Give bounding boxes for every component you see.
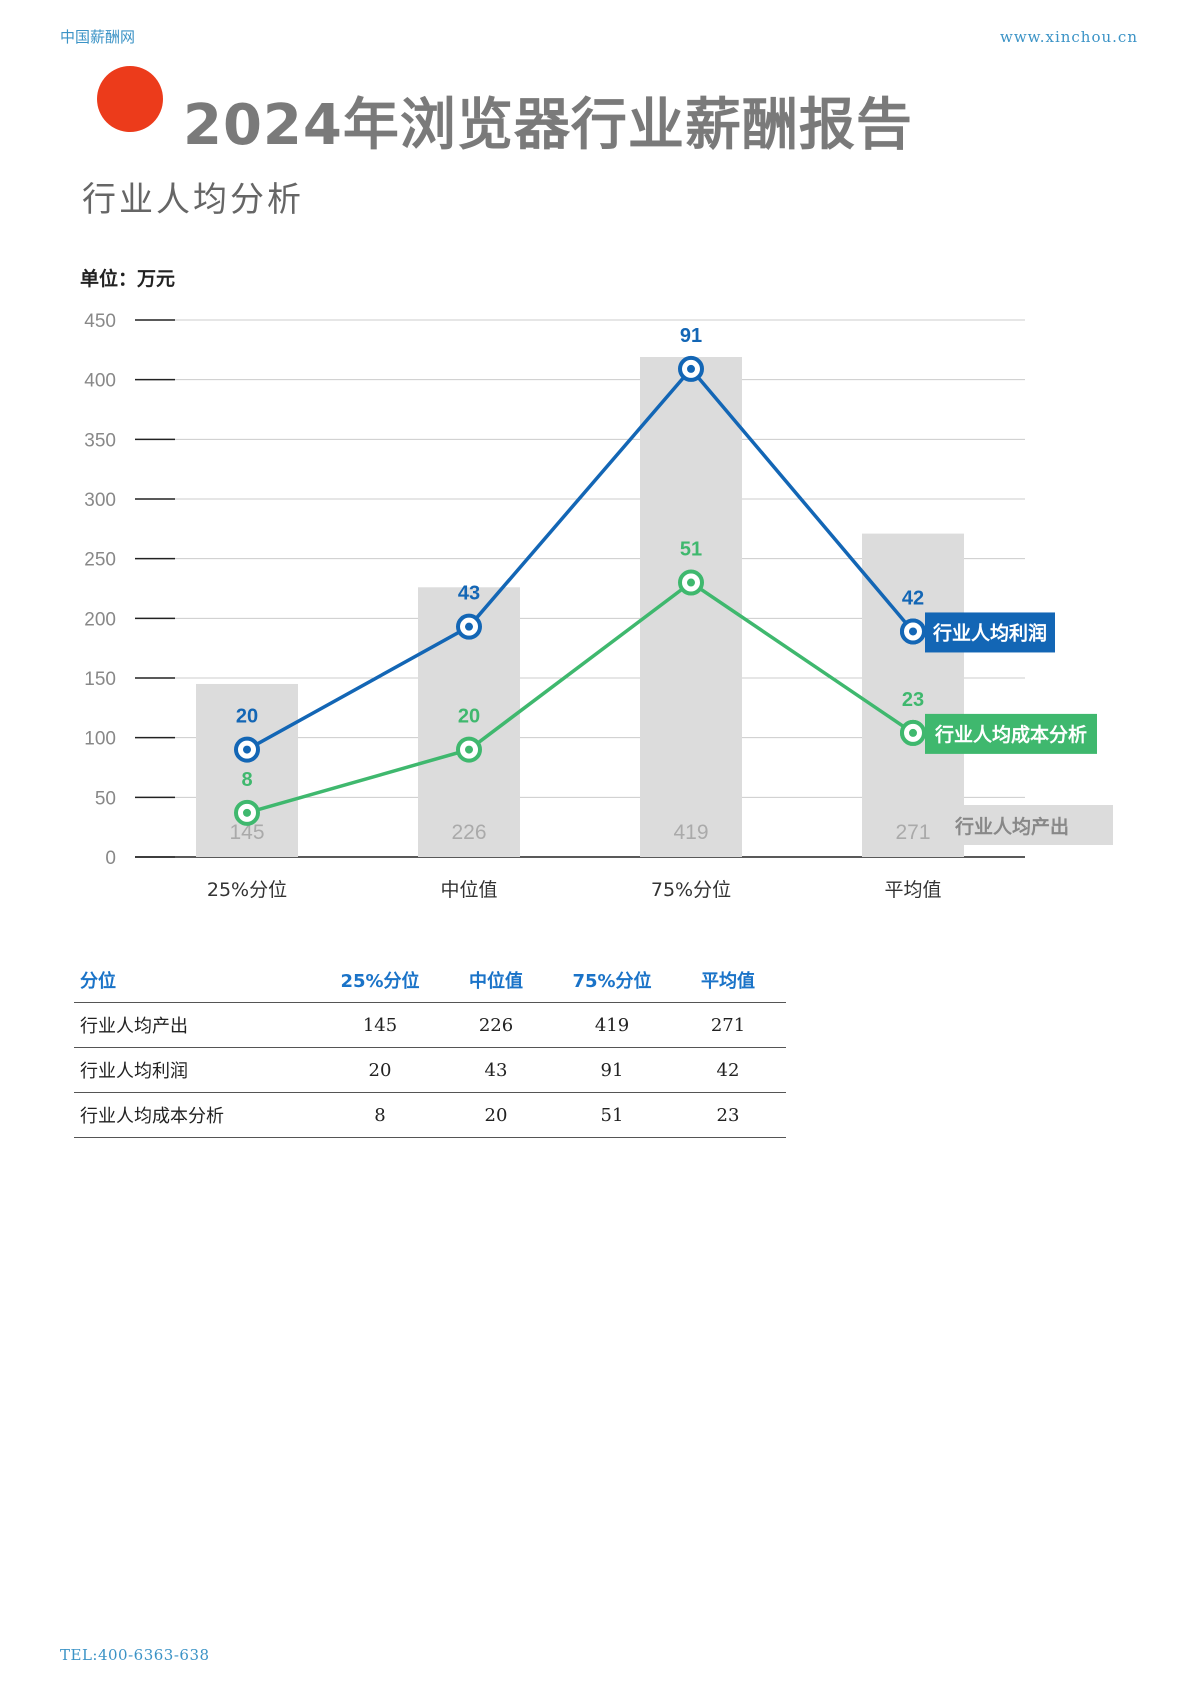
x-tick-label: 25%分位: [207, 879, 287, 901]
table-row: 行业人均利润 20 43 91 42: [74, 1047, 786, 1093]
legend-label-line: 行业人均利润: [932, 621, 1047, 644]
line-marker-core: [909, 627, 917, 636]
footer-phone: TEL:400-6363-638: [60, 1646, 210, 1664]
section-subtitle: 行业人均分析: [82, 180, 304, 220]
y-tick-label: 450: [84, 311, 116, 332]
table-header-cell: 平均值: [670, 958, 786, 1003]
table-header-cell: 分位: [74, 958, 322, 1003]
y-tick-label: 0: [105, 848, 116, 869]
line-value-label: 91: [680, 325, 702, 347]
line-value-label: 23: [902, 689, 924, 711]
table-header-cell: 75%分位: [554, 958, 670, 1003]
y-tick-label: 100: [84, 729, 116, 750]
table-header-cell: 中位值: [438, 958, 554, 1003]
table-cell: 226: [438, 1002, 554, 1048]
table-cell: 271: [670, 1002, 786, 1048]
table-header-cell: 25%分位: [322, 958, 438, 1003]
site-name: 中国薪酬网: [60, 28, 136, 46]
table-cell: 20: [438, 1092, 554, 1138]
table-cell: 419: [554, 1002, 670, 1048]
line-value-label: 43: [458, 583, 480, 605]
table-cell: 8: [322, 1092, 438, 1138]
legend-label-line: 行业人均成本分析: [934, 723, 1087, 746]
line-marker-core: [687, 364, 695, 373]
table-header-row: 分位 25%分位 中位值 75%分位 平均值: [74, 958, 786, 1003]
line-marker-core: [465, 622, 473, 631]
line-marker-core: [465, 745, 473, 754]
line-marker-core: [243, 745, 251, 754]
bar-value-label: 419: [673, 821, 708, 844]
table-cell: 43: [438, 1047, 554, 1093]
y-tick-label: 200: [84, 609, 116, 630]
table-cell: 42: [670, 1047, 786, 1093]
line-value-label: 42: [902, 587, 924, 609]
legend-label-output: 行业人均产出: [954, 815, 1069, 838]
table-cell: 145: [322, 1002, 438, 1048]
table-cell: 20: [322, 1047, 438, 1093]
table-row: 行业人均产出 145 226 419 271: [74, 1002, 786, 1048]
y-tick-label: 150: [84, 669, 116, 690]
table-cell: 91: [554, 1047, 670, 1093]
unit-label: 单位：万元: [80, 268, 176, 290]
data-table: 分位 25%分位 中位值 75%分位 平均值 行业人均产出 145 226 41…: [74, 958, 786, 1138]
site-url[interactable]: www.xinchou.cn: [1000, 28, 1138, 46]
bar-value-label: 271: [895, 821, 930, 844]
x-tick-label: 平均值: [884, 879, 941, 901]
line-value-label: 20: [236, 706, 258, 728]
bar-value-label: 226: [451, 821, 486, 844]
line-marker-core: [687, 578, 695, 587]
series-line: [246, 366, 915, 752]
line-marker-core: [243, 808, 251, 817]
table-row: 行业人均成本分析 8 20 51 23: [74, 1092, 786, 1138]
line-value-label: 51: [680, 539, 702, 561]
y-tick-label: 50: [95, 788, 116, 809]
table-cell: 51: [554, 1092, 670, 1138]
table-cell: 行业人均利润: [74, 1047, 322, 1093]
chart: 0 50 100 150 200 250 300 350 400 450 25%分位 中位值 75%分位…: [84, 311, 1113, 901]
y-tick-label: 350: [84, 430, 116, 451]
y-tick-label: 400: [84, 371, 116, 392]
y-tick-label: 300: [84, 490, 116, 511]
table-cell: 行业人均产出: [74, 1002, 322, 1048]
x-tick-label: 75%分位: [651, 879, 731, 901]
page-title: 2024年浏览器行业薪酬报告: [183, 93, 913, 158]
line-marker-core: [909, 728, 917, 737]
y-tick-label: 250: [84, 550, 116, 571]
table-cell: 行业人均成本分析: [74, 1092, 322, 1138]
line-value-label: 8: [241, 769, 252, 791]
x-tick-label: 中位值: [440, 879, 497, 901]
line-value-label: 20: [458, 706, 480, 728]
table-cell: 23: [670, 1092, 786, 1138]
series-line: [246, 580, 914, 815]
red-dot-icon: [97, 66, 163, 132]
